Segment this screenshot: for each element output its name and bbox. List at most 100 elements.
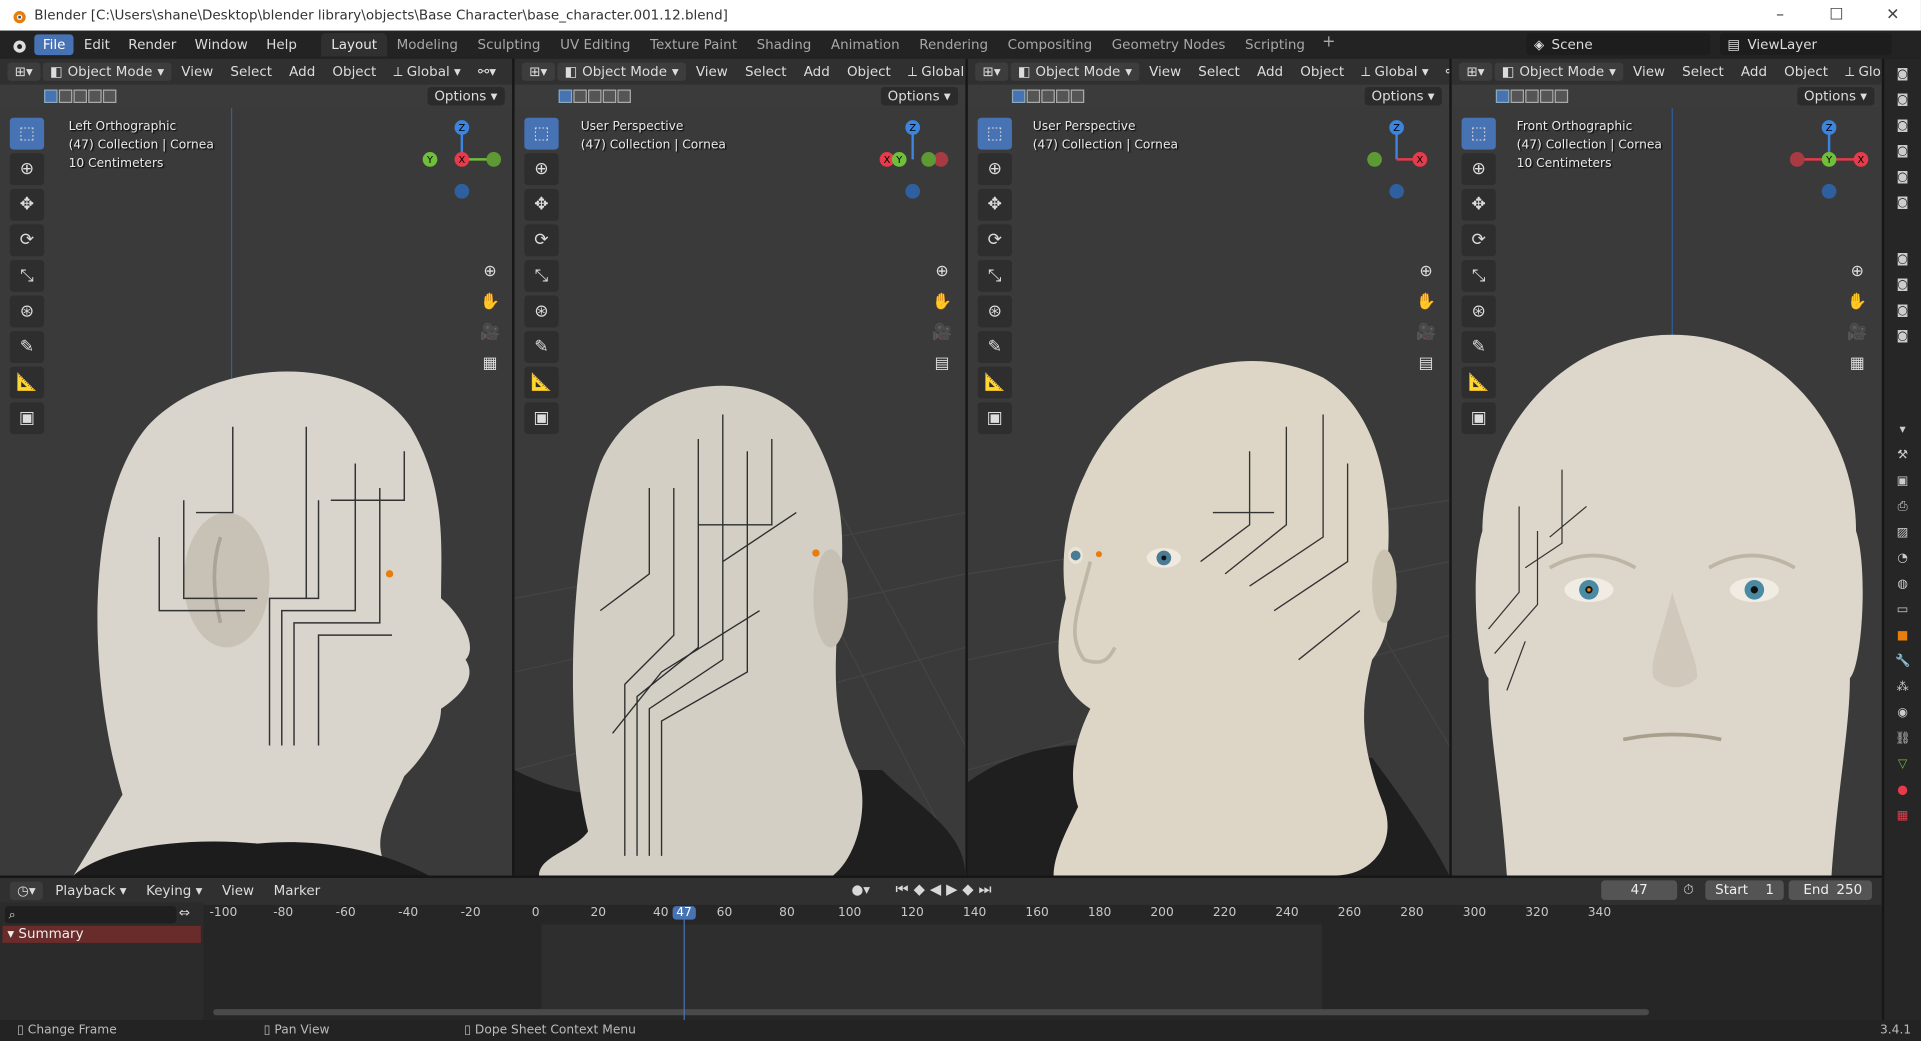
minimize-button[interactable]: – [1752, 0, 1808, 31]
menu-view[interactable]: View [215, 881, 262, 899]
maximize-button[interactable]: ☐ [1808, 0, 1864, 31]
link-icon[interactable]: ⚯▾ [1438, 63, 1450, 81]
select-mode-buttons[interactable] [1495, 89, 1569, 104]
select-mode-buttons[interactable] [44, 89, 117, 104]
data-properties-icon[interactable]: ▽ [1892, 755, 1914, 775]
start-frame-field[interactable]: Start 1 [1705, 880, 1784, 901]
zoom-icon[interactable]: ⊕ [1413, 259, 1440, 286]
camera-icon[interactable]: 🎥 [477, 320, 504, 347]
scale-tool-icon[interactable]: ⤡ [1461, 259, 1496, 292]
playback-controls[interactable]: ⏮◆◀▶◆⏭ [896, 880, 997, 898]
current-frame-field[interactable]: 47 [1601, 880, 1678, 901]
physics-properties-icon[interactable]: ◉ [1892, 704, 1914, 724]
options-button[interactable]: Options ▾ [1364, 87, 1442, 106]
properties-editor-type-icon[interactable]: ▾ [1892, 421, 1914, 441]
editor-type-button[interactable]: ⊞▾ [521, 62, 555, 81]
link-icon[interactable]: ⚯▾ [471, 63, 504, 81]
menu-object[interactable]: Object [1777, 63, 1836, 81]
options-button[interactable]: Options ▾ [880, 87, 959, 106]
render-properties-icon[interactable]: ▣ [1892, 472, 1914, 492]
tab-uv-editing[interactable]: UV Editing [550, 33, 640, 56]
camera-visibility-icon[interactable]: ◙ [1892, 302, 1914, 322]
viewport-user-perspective-back[interactable]: ⊞▾ ◧ Object Mode ▾ View Select Add Object… [514, 58, 966, 876]
camera-visibility-icon[interactable]: ◙ [1892, 65, 1914, 85]
menu-marker[interactable]: Marker [266, 881, 327, 899]
select-mode-buttons[interactable] [558, 89, 631, 104]
menu-view[interactable]: View [688, 63, 735, 81]
menu-select[interactable]: Select [1675, 63, 1731, 81]
output-properties-icon[interactable]: ⎙ [1892, 498, 1914, 518]
menu-add[interactable]: Add [796, 63, 837, 81]
tab-rendering[interactable]: Rendering [909, 33, 997, 56]
menu-object[interactable]: Object [1293, 63, 1352, 81]
tab-scripting[interactable]: Scripting [1235, 33, 1315, 56]
camera-visibility-icon[interactable]: ◙ [1892, 250, 1914, 270]
tab-modeling[interactable]: Modeling [387, 33, 468, 56]
move-tool-icon[interactable]: ✥ [977, 188, 1012, 221]
menu-edit[interactable]: Edit [75, 34, 118, 55]
camera-visibility-icon[interactable]: ◙ [1892, 194, 1914, 214]
add-cube-tool-icon[interactable]: ▣ [9, 402, 45, 435]
orientation-selector[interactable]: ⟂ Global ▾ [901, 62, 966, 82]
camera-icon[interactable]: 🎥 [929, 320, 956, 347]
blender-menu-icon[interactable] [10, 36, 27, 53]
editor-type-button[interactable]: ◷▾ [9, 881, 44, 900]
orientation-selector[interactable]: ⟂ Global ▾ [1354, 62, 1436, 82]
menu-select[interactable]: Select [1191, 63, 1247, 81]
measure-tool-icon[interactable]: 📐 [9, 366, 45, 399]
menu-object[interactable]: Object [325, 63, 384, 81]
pan-hand-icon[interactable]: ✋ [1844, 289, 1871, 316]
menu-render[interactable]: Render [120, 34, 185, 55]
cursor-tool-icon[interactable]: ⊕ [1461, 153, 1496, 186]
horizontal-scrollbar[interactable] [213, 1009, 1649, 1016]
tab-texture-paint[interactable]: Texture Paint [640, 33, 747, 56]
scale-tool-icon[interactable]: ⤡ [524, 259, 559, 292]
menu-help[interactable]: Help [258, 34, 306, 55]
options-button[interactable]: Options ▾ [1796, 87, 1875, 106]
select-box-tool-icon[interactable]: ⬚ [977, 117, 1012, 150]
viewport-left-ortho[interactable]: ⊞▾ ◧ Object Mode ▾ View Select Add Object… [0, 58, 513, 876]
world-properties-icon[interactable]: ◍ [1892, 575, 1914, 595]
options-button[interactable]: Options ▾ [426, 87, 505, 106]
menu-select[interactable]: Select [738, 63, 794, 81]
annotate-tool-icon[interactable]: ✎ [524, 331, 559, 363]
scale-tool-icon[interactable]: ⤡ [977, 259, 1012, 292]
playhead-line[interactable] [683, 912, 685, 1021]
orientation-selector[interactable]: ⟂ Global ▾ [1838, 62, 1882, 82]
editor-type-button[interactable]: ⊞▾ [975, 62, 1008, 81]
auto-keying-icon[interactable]: ●▾ [851, 882, 870, 898]
axis-gizmo[interactable]: Z Y X [419, 118, 505, 204]
camera-visibility-icon[interactable]: ◙ [1892, 168, 1914, 188]
tab-layout[interactable]: Layout [321, 33, 387, 57]
frame-ruler[interactable]: -100 -80 -60 -40 -20 0 20 40 47 60 80 10… [203, 904, 1882, 925]
menu-add[interactable]: Add [1250, 63, 1291, 81]
select-box-tool-icon[interactable]: ⬚ [524, 117, 559, 150]
channel-search-input[interactable]: ⌕ [4, 906, 177, 924]
viewport-user-perspective-front[interactable]: ⊞▾ ◧ Object Mode ▾ View Select Add Object… [967, 58, 1450, 876]
material-properties-icon[interactable]: ● [1892, 781, 1914, 801]
axis-gizmo[interactable]: Z X [1357, 118, 1443, 204]
swap-icon[interactable]: ⇔ [179, 905, 190, 921]
modifier-properties-icon[interactable]: 🔧 [1892, 652, 1914, 672]
menu-view[interactable]: View [1142, 63, 1189, 81]
tab-sculpting[interactable]: Sculpting [468, 33, 551, 56]
menu-object[interactable]: Object [840, 63, 899, 81]
annotate-tool-icon[interactable]: ✎ [9, 331, 45, 363]
move-tool-icon[interactable]: ✥ [524, 188, 559, 221]
scene-selector[interactable]: ◈ Scene [1526, 33, 1711, 56]
cursor-tool-icon[interactable]: ⊕ [9, 153, 45, 186]
view-layer-properties-icon[interactable]: ▨ [1892, 524, 1914, 544]
close-button[interactable]: ✕ [1865, 0, 1921, 31]
camera-visibility-icon[interactable]: ◙ [1892, 276, 1914, 296]
dope-sheet-area[interactable] [203, 924, 1882, 1021]
menu-playback[interactable]: Playback ▾ [48, 881, 134, 899]
scene-properties-icon[interactable]: ◔ [1892, 549, 1914, 569]
scale-tool-icon[interactable]: ⤡ [9, 259, 45, 292]
rotate-tool-icon[interactable]: ⟳ [524, 224, 559, 257]
particles-properties-icon[interactable]: ⁂ [1892, 678, 1914, 698]
zoom-icon[interactable]: ⊕ [929, 259, 956, 286]
object-properties-icon[interactable]: ■ [1892, 627, 1914, 647]
collection-properties-icon[interactable]: ▭ [1892, 601, 1914, 621]
transform-tool-icon[interactable]: ⊛ [9, 295, 45, 328]
view-layer-selector[interactable]: ▤ ViewLayer [1720, 33, 1892, 56]
